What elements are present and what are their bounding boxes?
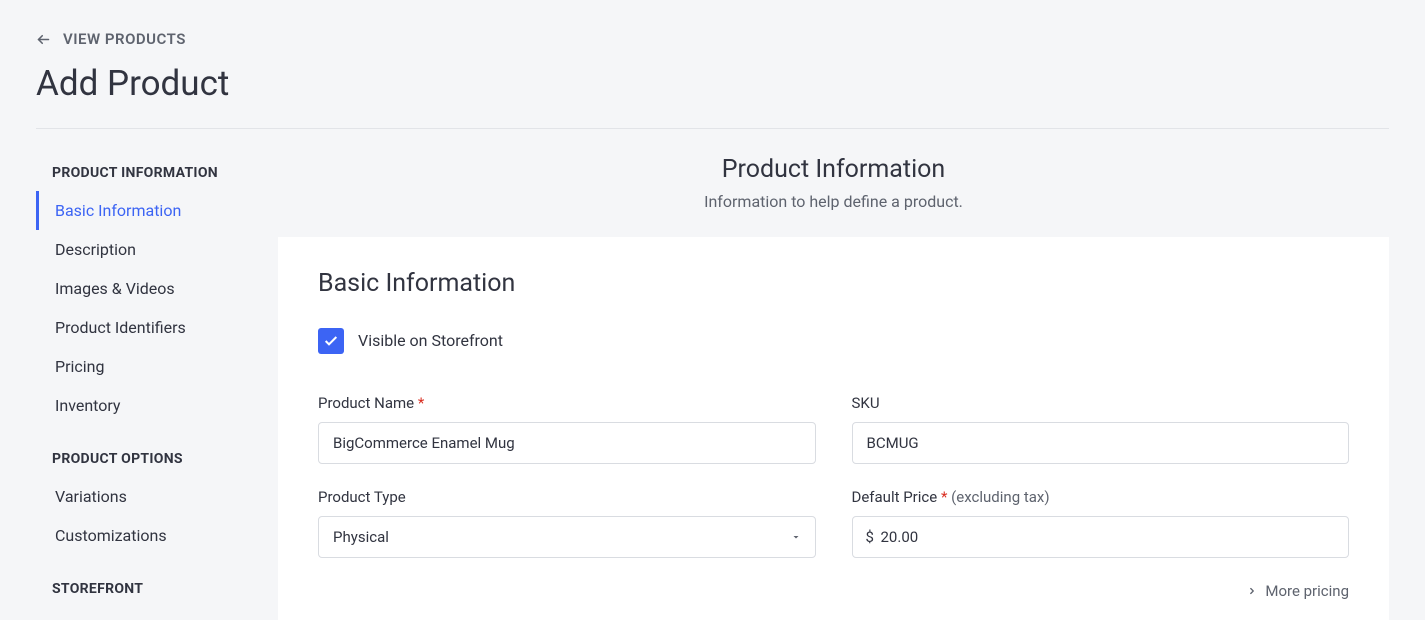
sidebar-group-label-product-info: PRODUCT INFORMATION bbox=[36, 155, 260, 191]
sidebar-item-basic-information[interactable]: Basic Information bbox=[36, 191, 260, 230]
divider bbox=[36, 128, 1389, 129]
sidebar-group-label-storefront: STOREFRONT bbox=[36, 571, 260, 607]
sidebar-item-pricing[interactable]: Pricing bbox=[36, 347, 260, 386]
sidebar-item-images-videos[interactable]: Images & Videos bbox=[36, 269, 260, 308]
sidebar-item-product-identifiers[interactable]: Product Identifiers bbox=[36, 308, 260, 347]
default-price-label: Default Price * (excluding tax) bbox=[852, 488, 1350, 506]
sku-label: SKU bbox=[852, 394, 1350, 412]
page-title: Add Product bbox=[36, 63, 1389, 104]
chevron-right-icon bbox=[1247, 586, 1257, 596]
product-name-input[interactable] bbox=[318, 422, 816, 464]
card-title: Basic Information bbox=[318, 269, 1349, 298]
product-type-select[interactable]: Physical bbox=[318, 516, 816, 558]
sku-input[interactable] bbox=[852, 422, 1350, 464]
product-name-label: Product Name * bbox=[318, 394, 816, 412]
sidebar-item-variations[interactable]: Variations bbox=[36, 477, 260, 516]
more-pricing-label: More pricing bbox=[1265, 582, 1349, 600]
more-pricing-link[interactable]: More pricing bbox=[318, 582, 1349, 600]
sidebar-item-description[interactable]: Description bbox=[36, 230, 260, 269]
back-link[interactable]: VIEW PRODUCTS bbox=[36, 30, 186, 48]
section-subtitle: Information to help define a product. bbox=[278, 192, 1389, 211]
section-title: Product Information bbox=[278, 155, 1389, 184]
sidebar-item-inventory[interactable]: Inventory bbox=[36, 386, 260, 425]
arrow-left-icon bbox=[36, 32, 51, 47]
sidebar: PRODUCT INFORMATION Basic Information De… bbox=[36, 155, 260, 620]
section-header: Product Information Information to help … bbox=[278, 155, 1389, 211]
check-icon bbox=[323, 333, 339, 349]
product-type-value: Physical bbox=[333, 528, 389, 546]
sidebar-item-customizations[interactable]: Customizations bbox=[36, 516, 260, 555]
sidebar-group-label-product-options: PRODUCT OPTIONS bbox=[36, 441, 260, 477]
visible-on-storefront-label: Visible on Storefront bbox=[358, 331, 503, 350]
default-price-input[interactable] bbox=[852, 516, 1350, 558]
default-price-hint: (excluding tax) bbox=[951, 488, 1049, 506]
required-indicator: * bbox=[941, 488, 947, 506]
product-type-label: Product Type bbox=[318, 488, 816, 506]
back-link-label: VIEW PRODUCTS bbox=[63, 30, 186, 48]
basic-information-card: Basic Information Visible on Storefront … bbox=[278, 237, 1389, 620]
visible-on-storefront-checkbox[interactable] bbox=[318, 328, 344, 354]
required-indicator: * bbox=[418, 394, 424, 412]
